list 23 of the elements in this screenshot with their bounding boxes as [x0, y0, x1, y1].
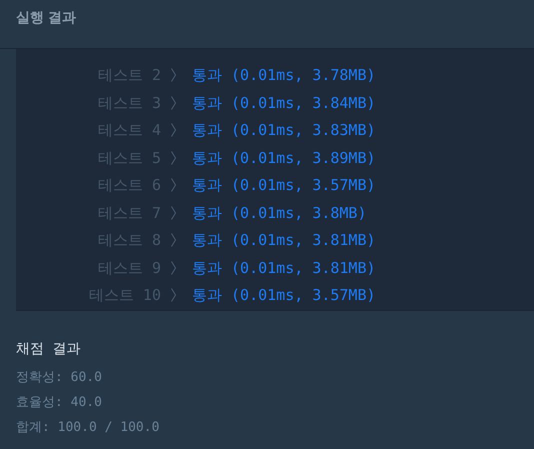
test-result: 통과 (0.01ms, 3.84MB): [192, 92, 376, 114]
chevron-icon: [171, 233, 176, 248]
chevron-icon: [171, 68, 176, 82]
chevron-icon: [171, 206, 176, 220]
chevron-icon: [171, 150, 176, 165]
chevron-icon: [171, 288, 176, 302]
test-result: 통과 (0.01ms, 3.78MB): [192, 65, 376, 86]
grading-title: 채점 결과: [16, 340, 82, 359]
score-line: 정확성: 60.0: [16, 369, 103, 387]
chevron-icon: [171, 260, 176, 275]
test-result: 통과 (0.01ms, 3.83MB): [192, 120, 376, 141]
chevron-icon: [171, 178, 176, 192]
test-result: 통과 (0.01ms, 3.81MB): [192, 230, 376, 251]
test-result: 통과 (0.01ms, 3.57MB): [192, 285, 376, 306]
score-line: 효율성: 40.0: [16, 394, 103, 412]
test-result: 통과 (0.01ms, 3.8MB): [192, 202, 366, 224]
score-line: 합계: 100.0 / 100.0: [16, 419, 160, 437]
chevron-icon: [171, 96, 176, 110]
panel-title: 실행 결과: [16, 8, 76, 27]
test-result: 통과 (0.01ms, 3.81MB): [192, 258, 376, 278]
test-result: 통과 (0.01ms, 3.89MB): [192, 148, 376, 168]
chevron-icon: [171, 123, 176, 138]
test-result: 통과 (0.01ms, 3.57MB): [192, 175, 376, 196]
